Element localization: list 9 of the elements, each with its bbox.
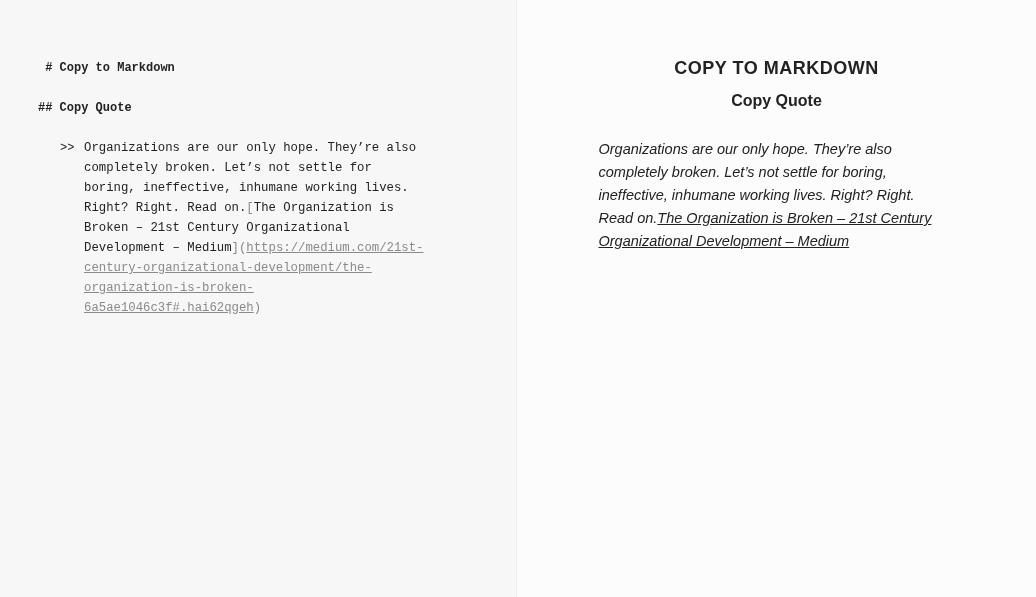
heading-line: # Copy to Markdown [44, 60, 175, 77]
preview-subtitle: Copy Quote [731, 91, 822, 111]
quote-markdown-text: Organizations are our only hope. They’re also completely broken. Let’s not settle for boring, ineffective, inhumane working lives. Right? Right. Read on.[The Organization is Broken – 21st Century Organizational Development – Medium](https://medium.com/21st-century-organizational-development/the-organization-is-broken-6a5ae1046c3f#.hai62qgeh) [84, 140, 424, 317]
preview-link[interactable]: Organizational Development – Medium [598, 233, 850, 249]
quote-marker: >> [60, 140, 76, 157]
preview-title: COPY TO MARKDOWN [674, 57, 879, 80]
subheading-line: ## Copy Quote [38, 100, 132, 117]
preview-link[interactable]: The Organization is Broken – 21st Century [657, 210, 932, 226]
preview-quote: Organizations are our only hope. They’re also completely broken. Let’s not settle for boring, ineffective, inhumane working lives. Right? Right. Read on.The Organization is Broken – 21st Century Organizational Development – Medium [598, 140, 933, 251]
